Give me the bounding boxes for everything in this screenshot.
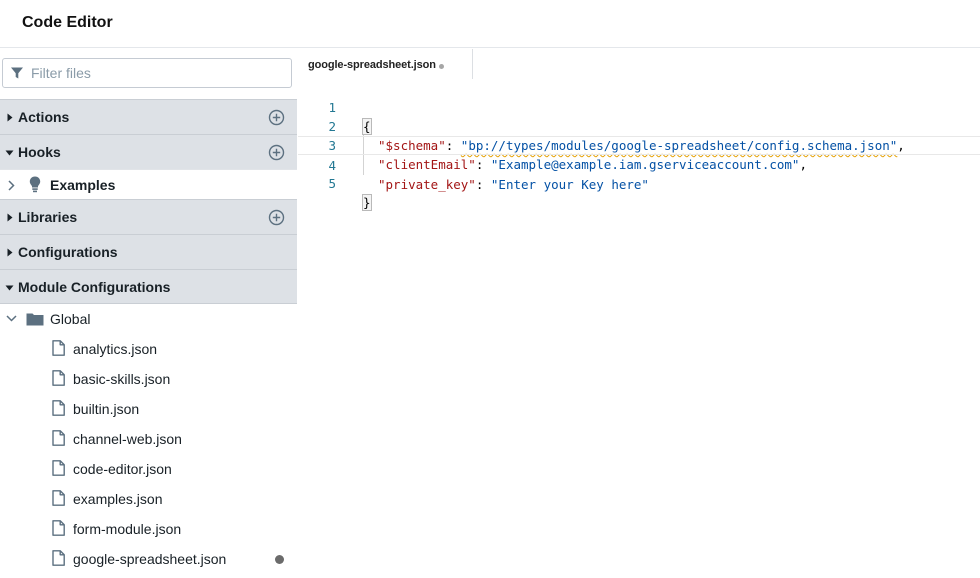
json-colon: : <box>475 177 491 192</box>
section-configurations-label: Configurations <box>18 244 118 260</box>
tree-file-active[interactable]: google-spreadsheet.json <box>0 544 297 574</box>
folder-icon <box>26 313 44 326</box>
tree-folder-global-label: Global <box>50 311 91 327</box>
tree-item-examples[interactable]: Examples <box>0 169 297 199</box>
section-module-configurations[interactable]: Module Configurations <box>0 269 297 304</box>
section-module-configurations-label: Module Configurations <box>18 279 171 295</box>
tree-file-label: examples.json <box>73 491 163 507</box>
tree-file-label: builtin.json <box>73 401 140 417</box>
app-header: Code Editor <box>0 0 980 48</box>
section-hooks[interactable]: Hooks <box>0 134 297 169</box>
code-line: 2 "$schema": "bp://types/modules/google-… <box>298 98 980 153</box>
tree-item-examples-label: Examples <box>50 177 116 193</box>
section-hooks-label: Hooks <box>18 144 61 160</box>
tree-file-label: basic-skills.json <box>73 371 171 387</box>
tree-file[interactable]: code-editor.json <box>0 454 297 484</box>
caret-right-icon <box>7 113 13 122</box>
lightbulb-icon <box>29 176 41 193</box>
add-library-icon[interactable] <box>268 209 285 226</box>
tree-file[interactable]: examples.json <box>0 484 297 514</box>
tree-file[interactable]: builtin.json <box>0 394 297 424</box>
tree-file[interactable]: form-module.json <box>0 514 297 544</box>
chevron-right-icon <box>8 180 15 191</box>
tree-file-label: form-module.json <box>73 521 182 537</box>
tree-file-label: google-spreadsheet.json <box>73 551 227 567</box>
caret-right-icon <box>7 213 13 222</box>
code-line: 1 { <box>298 79 980 135</box>
filter-files-field[interactable] <box>2 58 292 88</box>
caret-down-icon <box>5 285 14 291</box>
code-line: 3 "clientEmail": "Example@example.iam.gs… <box>298 117 980 172</box>
editor-tab-active[interactable]: google-spreadsheet.json <box>298 49 473 79</box>
line-number: 5 <box>328 176 336 191</box>
tree-folder-global[interactable]: Global <box>0 304 297 334</box>
section-libraries[interactable]: Libraries <box>0 199 297 234</box>
filter-files-input[interactable] <box>31 63 281 83</box>
close-brace: } <box>362 194 372 211</box>
editor-tab-label: google-spreadsheet.json <box>308 59 436 71</box>
code-editor-pane: google-spreadsheet.json 1 { 2 "$schema":… <box>298 49 980 578</box>
code-area[interactable]: 1 { 2 "$schema": "bp://types/modules/goo… <box>298 79 980 578</box>
caret-right-icon <box>7 248 13 257</box>
document-icon <box>52 340 65 356</box>
unsaved-indicator <box>275 555 284 564</box>
section-actions[interactable]: Actions <box>0 99 297 134</box>
tree-file[interactable]: basic-skills.json <box>0 364 297 394</box>
caret-down-icon <box>5 150 14 156</box>
tree-file[interactable]: channel-web.json <box>0 424 297 454</box>
code-line: 5 } <box>298 155 980 211</box>
add-hook-icon[interactable] <box>268 144 285 161</box>
file-explorer-sidebar: Actions Hooks Examples Libraries Configu… <box>0 49 297 578</box>
section-libraries-label: Libraries <box>18 209 78 225</box>
document-icon <box>52 520 65 536</box>
tab-unsaved-indicator[interactable] <box>439 64 444 69</box>
app-title: Code Editor <box>22 14 113 31</box>
json-string-value: "Enter your Key here" <box>490 177 649 192</box>
code-line-current: 4 "private_key": "Enter your Key here" <box>298 136 980 192</box>
add-action-icon[interactable] <box>268 109 285 126</box>
document-icon <box>52 370 65 386</box>
document-icon <box>52 430 65 446</box>
document-icon <box>52 400 65 416</box>
document-icon <box>52 460 65 476</box>
tree-file-label: analytics.json <box>73 341 158 357</box>
chevron-down-icon <box>6 315 17 322</box>
tree-file-label: code-editor.json <box>73 461 172 477</box>
document-icon <box>52 490 65 506</box>
tree-file[interactable]: analytics.json <box>0 334 297 364</box>
funnel-icon <box>11 67 23 79</box>
section-configurations[interactable]: Configurations <box>0 234 297 269</box>
tree-file-label: channel-web.json <box>73 431 182 447</box>
json-key: "private_key" <box>378 177 476 192</box>
document-icon <box>52 550 65 566</box>
section-actions-label: Actions <box>18 109 70 125</box>
